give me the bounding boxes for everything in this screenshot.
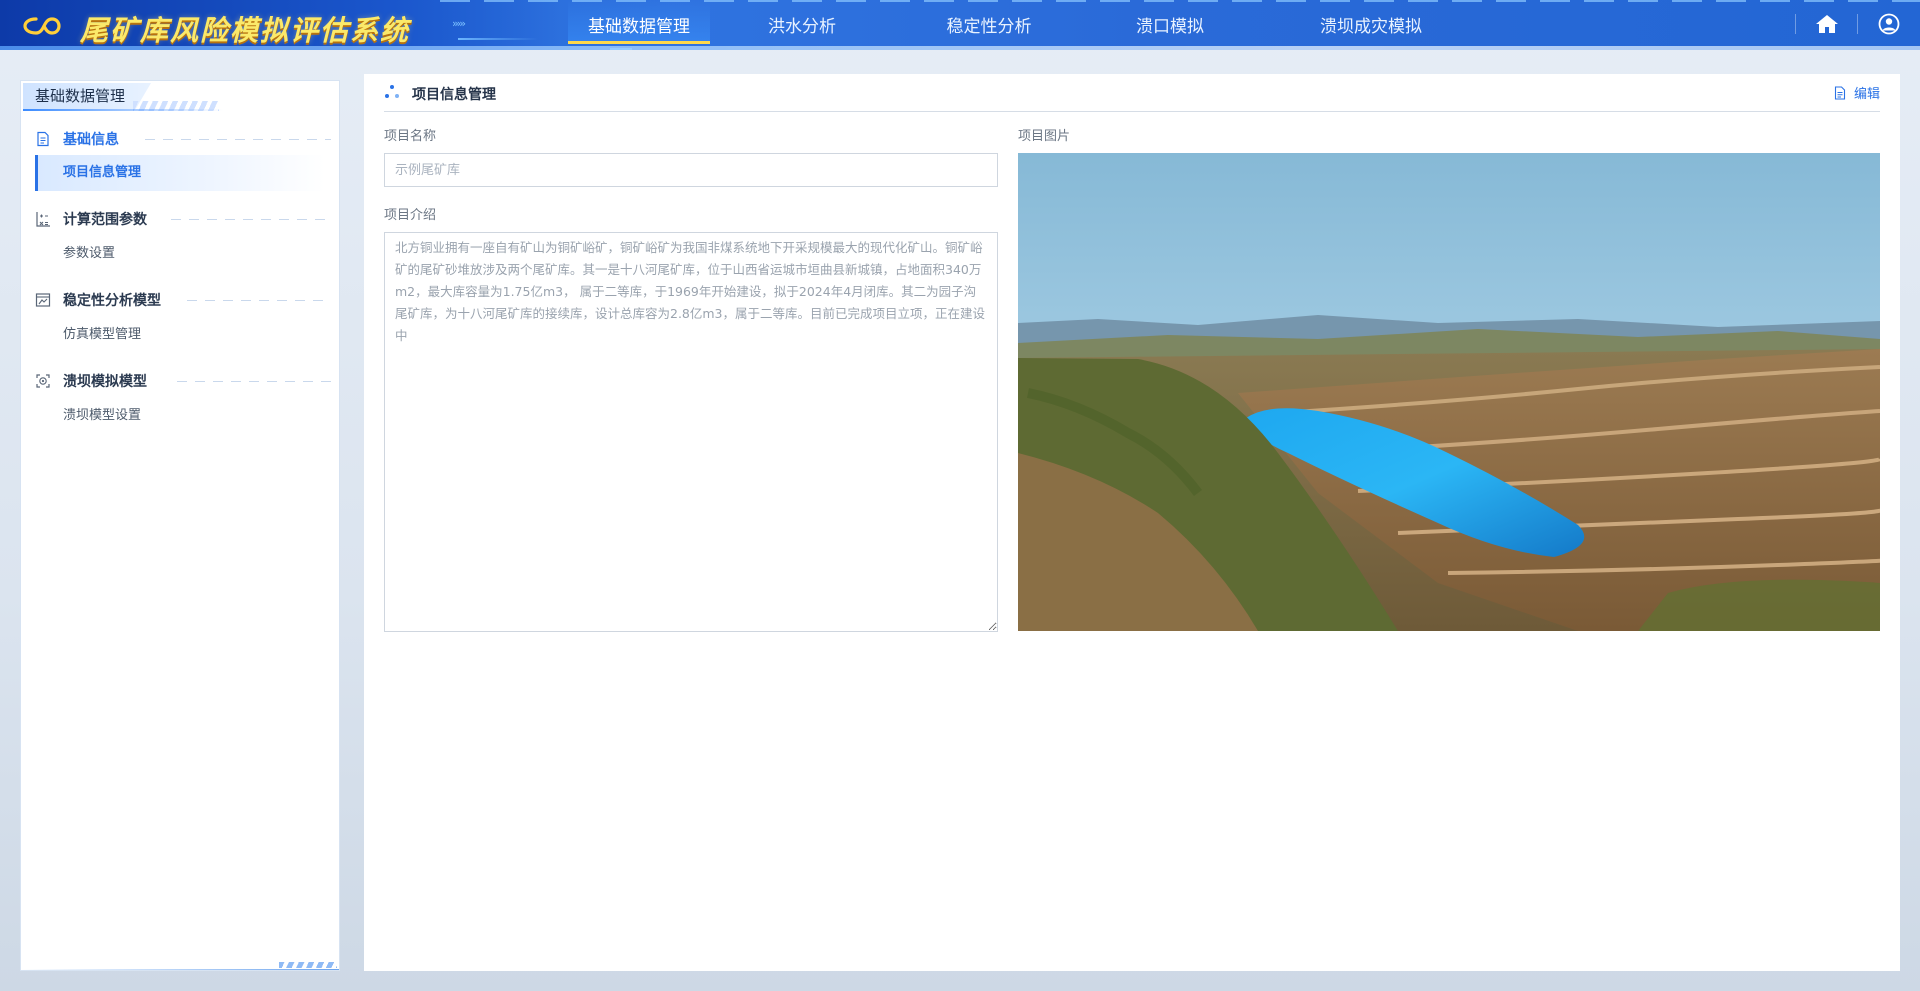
project-photo — [1018, 153, 1880, 631]
panel-title: 项目信息管理 — [412, 87, 496, 103]
edit-label: 编辑 — [1853, 87, 1880, 102]
system-title: 尾矿库风险模拟评估系统 — [80, 14, 411, 47]
project-image-label: 项目图片 — [1018, 129, 1071, 144]
sidebar-title: 基础数据管理 — [23, 83, 151, 109]
sidebar-group-label: 溃坝模拟模型 — [63, 374, 147, 390]
panel-header-divider — [384, 111, 1880, 112]
sidebar-item-param-settings[interactable]: 参数设置 — [35, 236, 325, 272]
edit-button[interactable]: 编辑 — [1834, 83, 1880, 102]
project-name-input[interactable] — [384, 153, 998, 187]
top-header: 尾矿库风险模拟评估系统 ››››› 基础数据管理 洪水分析 稳定性分析 溃口模拟… — [0, 0, 1920, 50]
sidebar-group-basic-info[interactable]: 基础信息 — [35, 127, 119, 151]
group-divider — [177, 381, 331, 382]
sidebar-group-dam-break-model[interactable]: 溃坝模拟模型 — [35, 369, 147, 393]
sidebar-group-stability-model[interactable]: 稳定性分析模型 — [35, 288, 161, 312]
sidebar-bottom-line — [21, 969, 339, 970]
calculator-icon — [36, 212, 50, 227]
dam-break-model-icon — [36, 374, 50, 388]
document-icon — [1834, 85, 1846, 100]
analysis-model-icon — [35, 293, 51, 307]
chevrons-decor-line — [458, 38, 538, 40]
project-intro-textarea[interactable]: 北方铜业拥有一座自有矿山为铜矿峪矿，铜矿峪矿为我国非煤系统地下开采规模最大的现代… — [384, 232, 998, 632]
home-icon[interactable] — [1814, 13, 1840, 35]
nav-dam-break-disaster[interactable]: 溃坝成灾模拟 — [1296, 0, 1446, 44]
sidebar-item-dam-break-settings[interactable]: 溃坝模型设置 — [35, 398, 325, 434]
sidebar-item-project-info[interactable]: 项目信息管理 — [35, 155, 325, 191]
header-divider — [1795, 14, 1796, 34]
user-icon[interactable] — [1876, 13, 1902, 35]
nav-breach-simulation[interactable]: 溃口模拟 — [1109, 0, 1231, 44]
header-divider — [1857, 14, 1858, 34]
group-divider — [187, 300, 331, 301]
sidebar-item-simulation-model[interactable]: 仿真模型管理 — [35, 317, 325, 353]
sidebar-bottom-decor — [279, 962, 337, 968]
main-panel: 项目信息管理 编辑 项目名称 项目介绍 北方铜业拥有一座自有矿山为铜矿峪矿，铜矿… — [364, 74, 1900, 971]
sidebar-title-underline — [23, 109, 223, 111]
nav-stability-analysis[interactable]: 稳定性分析 — [928, 0, 1050, 44]
group-divider — [145, 139, 331, 140]
sidebar-group-calc-params[interactable]: 计算范围参数 — [35, 207, 147, 231]
sidebar-group-label: 计算范围参数 — [63, 212, 147, 228]
nav-basic-data[interactable]: 基础数据管理 — [568, 0, 710, 44]
group-divider — [171, 219, 331, 220]
sidebar: 基础数据管理 基础信息 项目信息管理 计算范围参数 参数设置 稳定性分析模型 仿… — [20, 80, 340, 971]
project-intro-label: 项目介绍 — [384, 208, 437, 223]
document-icon — [37, 131, 49, 147]
sidebar-group-label: 基础信息 — [63, 132, 119, 148]
triangle-dots-icon — [385, 85, 399, 98]
nav-active-indicator — [610, 48, 632, 50]
chevrons-decor: ››››› — [452, 17, 466, 30]
project-name-label: 项目名称 — [384, 129, 437, 144]
sidebar-group-label: 稳定性分析模型 — [63, 293, 161, 309]
nav-flood-analysis[interactable]: 洪水分析 — [741, 0, 863, 44]
logo-icon — [23, 17, 61, 35]
